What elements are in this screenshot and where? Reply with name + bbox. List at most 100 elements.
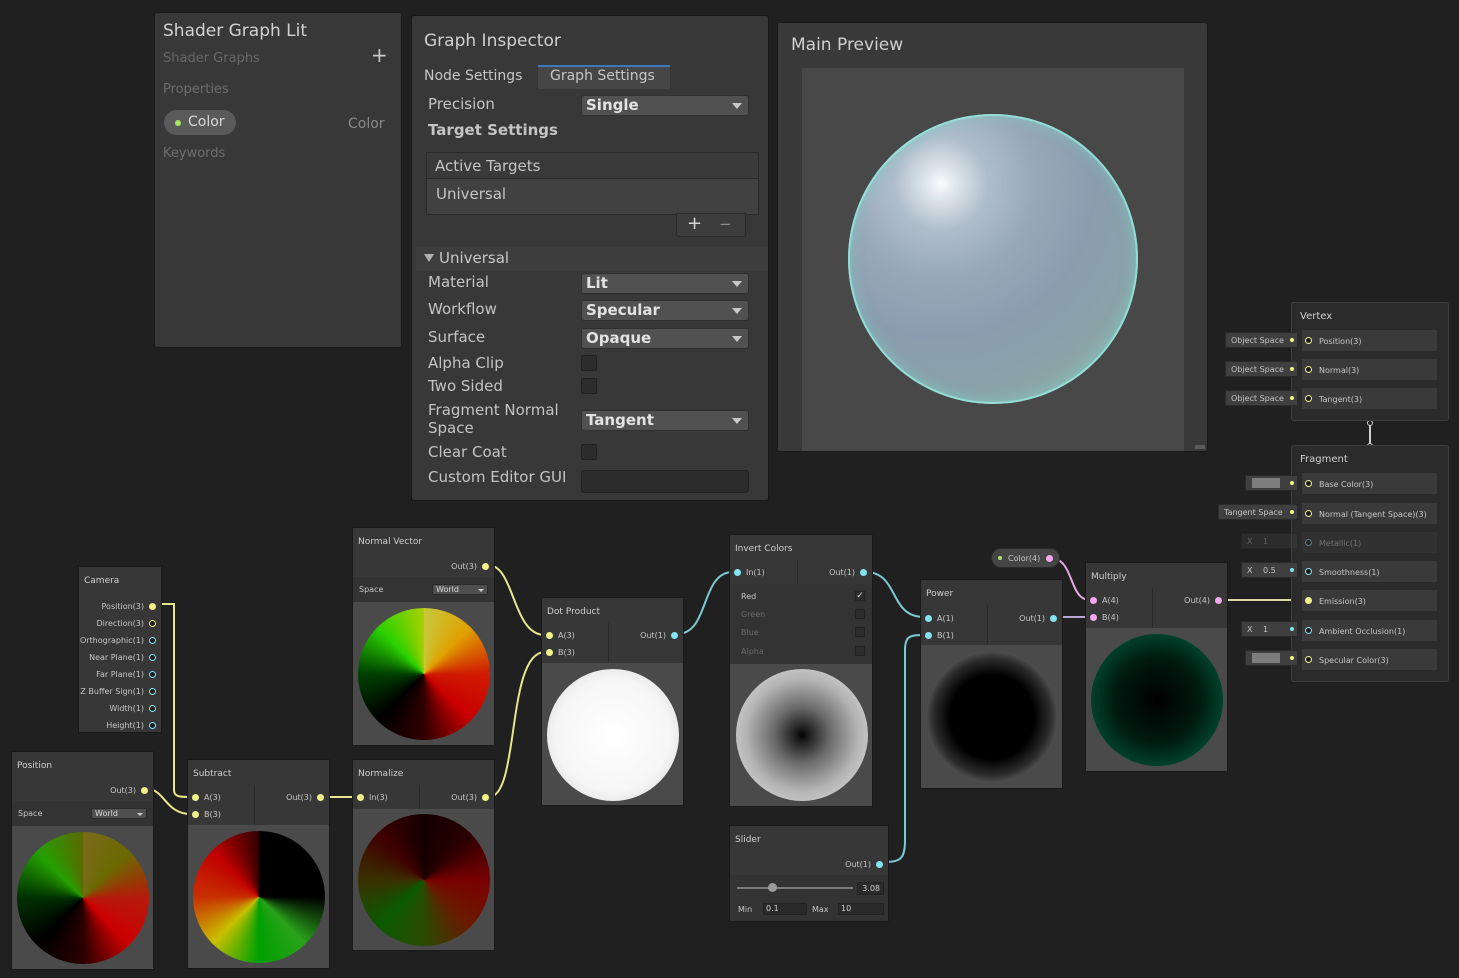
- material-dropdown[interactable]: Lit: [581, 273, 749, 294]
- normalize-node[interactable]: Normalize In(3) Out(3): [352, 759, 495, 951]
- target-item-universal[interactable]: Universal: [436, 185, 506, 203]
- slider-track[interactable]: [737, 887, 853, 889]
- input-port[interactable]: [357, 794, 364, 801]
- position-node[interactable]: Position Out(3) Space World: [11, 751, 154, 970]
- input-port[interactable]: [1305, 597, 1312, 604]
- block-emission[interactable]: Emission(3): [1301, 589, 1438, 612]
- input-port[interactable]: [734, 569, 741, 576]
- input-port[interactable]: [925, 632, 932, 639]
- channel-blue-checkbox[interactable]: [855, 627, 865, 637]
- channel-alpha-checkbox[interactable]: [855, 646, 865, 656]
- output-port[interactable]: [1215, 597, 1222, 604]
- slider-thumb[interactable]: [767, 883, 777, 892]
- min-field[interactable]: 0.1: [763, 903, 807, 915]
- output-port[interactable]: [149, 620, 156, 627]
- block-position[interactable]: Position(3): [1301, 329, 1438, 352]
- block-tangent[interactable]: Tangent(3): [1301, 387, 1438, 410]
- alpha-clip-checkbox[interactable]: [581, 355, 597, 371]
- max-field[interactable]: 10: [838, 903, 884, 915]
- input-port[interactable]: [1305, 568, 1312, 575]
- block-normal-tangent[interactable]: Normal (Tangent Space)(3): [1301, 502, 1438, 525]
- precision-dropdown[interactable]: Single: [581, 95, 749, 116]
- block-base-color[interactable]: Base Color(3): [1301, 472, 1438, 495]
- position-space-input[interactable]: Object Space: [1225, 332, 1298, 348]
- input-port[interactable]: [1305, 337, 1312, 344]
- resize-handle-icon[interactable]: [1195, 445, 1205, 449]
- invert-colors-node[interactable]: Invert Colors In(1) Out(1) Red ✓ Green B…: [729, 534, 873, 807]
- space-dropdown[interactable]: World: [432, 584, 488, 595]
- tangent-space-input[interactable]: Object Space: [1225, 390, 1298, 406]
- tab-graph-settings[interactable]: Graph Settings: [538, 65, 670, 89]
- input-port[interactable]: [192, 794, 199, 801]
- output-port[interactable]: [876, 861, 883, 868]
- output-port[interactable]: [149, 688, 156, 695]
- output-port[interactable]: [482, 563, 489, 570]
- normal-space-input[interactable]: Tangent Space: [1218, 504, 1298, 520]
- input-port[interactable]: [1305, 395, 1312, 402]
- add-property-button[interactable]: +: [371, 43, 388, 67]
- input-port[interactable]: [192, 811, 199, 818]
- output-port[interactable]: [671, 632, 678, 639]
- normal-vector-node[interactable]: Normal Vector Out(3) Space World: [352, 527, 495, 746]
- multiply-node[interactable]: Multiply A(4) B(4) Out(4): [1085, 562, 1228, 772]
- input-port[interactable]: [546, 649, 553, 656]
- input-port[interactable]: [1305, 627, 1312, 634]
- output-port[interactable]: [149, 671, 156, 678]
- output-port[interactable]: [149, 722, 156, 729]
- output-port[interactable]: [1046, 555, 1053, 562]
- output-port[interactable]: [141, 787, 148, 794]
- input-port[interactable]: [1090, 614, 1097, 621]
- channel-green-checkbox[interactable]: [855, 609, 865, 619]
- remove-target-button[interactable]: −: [719, 215, 732, 233]
- universal-section-header[interactable]: Universal: [416, 247, 768, 271]
- output-port[interactable]: [149, 654, 156, 661]
- input-port[interactable]: [1305, 510, 1312, 517]
- slider-node[interactable]: Slider Out(1) 3.08 Min 0.1 Max 10: [729, 825, 889, 922]
- subtract-node[interactable]: Subtract A(3) B(3) Out(3): [187, 759, 330, 969]
- block-metallic[interactable]: Metallic(1): [1301, 531, 1438, 554]
- block-ambient-occlusion[interactable]: Ambient Occlusion(1): [1301, 619, 1438, 642]
- tab-node-settings[interactable]: Node Settings: [412, 65, 538, 89]
- channel-red-checkbox[interactable]: ✓: [855, 591, 865, 601]
- output-port[interactable]: [149, 603, 156, 610]
- camera-node[interactable]: Camera Position(3) Direction(3) Orthogra…: [78, 566, 162, 733]
- input-port[interactable]: [1305, 656, 1312, 663]
- vertex-context[interactable]: Vertex Position(3) Normal(3) Tangent(3): [1291, 302, 1449, 421]
- output-port[interactable]: [482, 794, 489, 801]
- input-port[interactable]: [1305, 539, 1312, 546]
- custom-editor-gui-field[interactable]: [581, 470, 749, 493]
- output-port[interactable]: [1050, 615, 1057, 622]
- color-swatch[interactable]: [1252, 653, 1280, 663]
- output-port[interactable]: [860, 569, 867, 576]
- input-port[interactable]: [1305, 366, 1312, 373]
- fragment-context[interactable]: Fragment Base Color(3) Normal (Tangent S…: [1291, 445, 1449, 682]
- metallic-input[interactable]: X 1: [1241, 533, 1298, 549]
- space-dropdown[interactable]: World: [91, 808, 147, 819]
- clear-coat-checkbox[interactable]: [581, 444, 597, 460]
- block-smoothness[interactable]: Smoothness(1): [1301, 560, 1438, 583]
- input-port[interactable]: [546, 632, 553, 639]
- preview-viewport[interactable]: [802, 68, 1184, 451]
- block-normal[interactable]: Normal(3): [1301, 358, 1438, 381]
- workflow-dropdown[interactable]: Specular: [581, 300, 749, 321]
- slider-value-field[interactable]: 3.08: [857, 882, 884, 895]
- output-port[interactable]: [149, 637, 156, 644]
- normal-space-input[interactable]: Object Space: [1225, 361, 1298, 377]
- input-port[interactable]: [1305, 480, 1312, 487]
- block-specular-color[interactable]: Specular Color(3): [1301, 648, 1438, 671]
- output-port[interactable]: [317, 794, 324, 801]
- max-label: Max: [812, 905, 829, 914]
- input-port[interactable]: [1090, 597, 1097, 604]
- output-port[interactable]: [149, 705, 156, 712]
- two-sided-checkbox[interactable]: [581, 378, 597, 394]
- preview-sphere[interactable]: [848, 114, 1138, 404]
- fragment-normal-space-dropdown[interactable]: Tangent: [581, 410, 749, 431]
- add-target-button[interactable]: +: [687, 213, 702, 234]
- color-property-pill[interactable]: Color: [164, 110, 236, 135]
- power-node[interactable]: Power A(1) B(1) Out(1): [920, 579, 1063, 789]
- input-port[interactable]: [925, 615, 932, 622]
- color-property-node[interactable]: Color(4): [991, 548, 1060, 568]
- surface-dropdown[interactable]: Opaque: [581, 328, 749, 349]
- dot-product-node[interactable]: Dot Product A(3) B(3) Out(1): [541, 597, 684, 806]
- color-swatch[interactable]: [1252, 478, 1280, 488]
